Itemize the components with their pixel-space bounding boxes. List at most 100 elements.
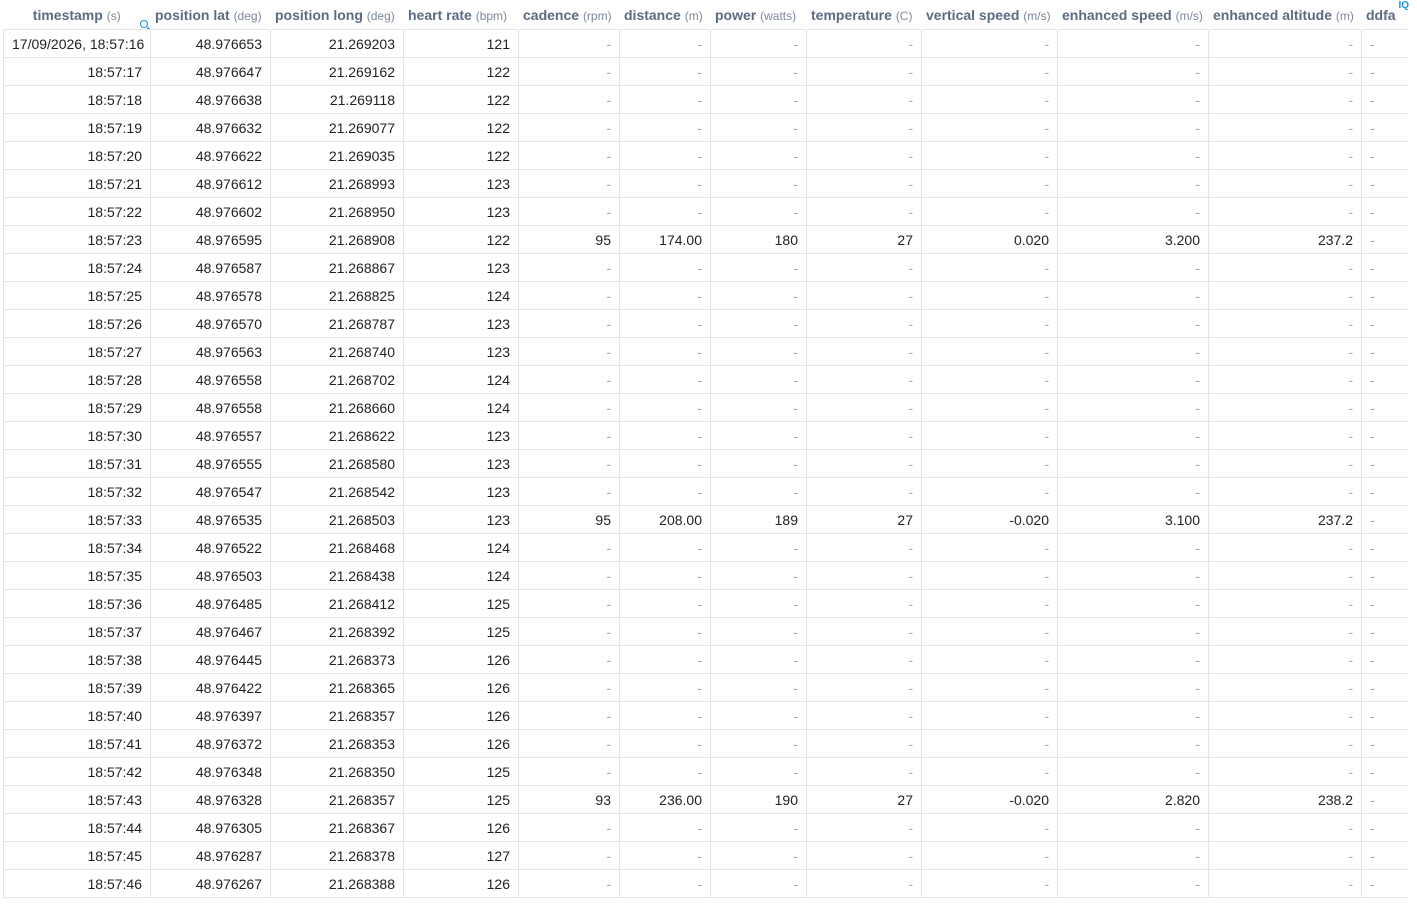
table-row[interactable]: 18:57:32 48.976547 21.268542 123- - - - - - - - (3, 477, 1409, 506)
table-row[interactable]: 18:57:34 48.976522 21.268468 124- - - - - - - - (3, 533, 1409, 562)
column-header-position-lat[interactable]: position lat (deg) (150, 0, 271, 30)
table-row[interactable]: 18:57:38 48.976445 21.268373 126- - - - - - - - (3, 645, 1409, 674)
cell-temperature: - (806, 561, 922, 590)
table-row[interactable]: 18:57:30 48.976557 21.268622 123- - - - - - - - (3, 421, 1409, 450)
cell-distance: - (619, 477, 711, 506)
column-header-ddfa[interactable]: ddfa IQ (1361, 0, 1409, 30)
column-header-power[interactable]: power (watts) (710, 0, 807, 30)
cell-cadence: - (518, 113, 620, 142)
cell-temperature: - (806, 253, 922, 282)
cell-position-lat: 48.976305 (150, 813, 271, 842)
table-row[interactable]: 18:57:39 48.976422 21.268365 126- - - - - - - - (3, 673, 1409, 702)
cell-distance: - (619, 365, 711, 394)
cell-enhanced-altitude: - (1208, 197, 1362, 226)
table-row[interactable]: 18:57:22 48.976602 21.268950 123- - - - - - - - (3, 197, 1409, 226)
cell-enhanced-speed: - (1057, 841, 1209, 870)
cell-ddfa: - (1361, 477, 1409, 506)
cell-position-long: 21.269035 (270, 141, 404, 170)
cell-position-lat: 48.976622 (150, 141, 271, 170)
iq-icon[interactable]: IQ (1398, 0, 1408, 11)
table-row[interactable]: 18:57:36 48.976485 21.268412 125- - - - - - - - (3, 589, 1409, 618)
cell-temperature: - (806, 645, 922, 674)
cell-ddfa: - (1361, 505, 1409, 534)
cell-timestamp: 18:57:17 (3, 57, 151, 86)
cell-enhanced-speed: - (1057, 57, 1209, 86)
column-header-vertical-speed[interactable]: vertical speed (m/s) (921, 0, 1058, 30)
cell-distance: 174.00 (619, 225, 711, 254)
column-header-position-long[interactable]: position long (deg) (270, 0, 404, 30)
cell-heart-rate: 125 (403, 589, 519, 618)
cell-cadence: - (518, 617, 620, 646)
cell-position-long: 21.268353 (270, 729, 404, 758)
table-row[interactable]: 18:57:20 48.976622 21.269035 122- - - - - - - - (3, 141, 1409, 170)
search-icon[interactable] (140, 20, 148, 28)
cell-distance: - (619, 869, 711, 898)
table-row[interactable]: 18:57:42 48.976348 21.268350 125- - - - - - - - (3, 757, 1409, 786)
cell-vertical-speed: - (921, 281, 1058, 310)
cell-ddfa: - (1361, 225, 1409, 254)
cell-enhanced-speed: 3.100 (1057, 505, 1209, 534)
column-header-heart-rate[interactable]: heart rate (bpm) (403, 0, 519, 30)
table-row[interactable]: 18:57:27 48.976563 21.268740 123- - - - - - - - (3, 337, 1409, 366)
cell-temperature: - (806, 141, 922, 170)
cell-vertical-speed: - (921, 421, 1058, 450)
cell-enhanced-altitude: - (1208, 561, 1362, 590)
cell-vertical-speed: - (921, 57, 1058, 86)
cell-ddfa: - (1361, 701, 1409, 730)
cell-power: - (710, 421, 807, 450)
cell-timestamp: 18:57:29 (3, 393, 151, 422)
cell-distance: - (619, 589, 711, 618)
cell-position-long: 21.268950 (270, 197, 404, 226)
table-row[interactable]: 18:57:17 48.976647 21.269162 122- - - - - - - - (3, 57, 1409, 86)
table-row[interactable]: 18:57:25 48.976578 21.268825 124- - - - - - - - (3, 281, 1409, 310)
cell-cadence: 95 (518, 225, 620, 254)
table-row[interactable]: 18:57:45 48.976287 21.268378 127- - - - - - - - (3, 841, 1409, 870)
table-row[interactable]: 18:57:18 48.976638 21.269118 122- - - - - - - - (3, 85, 1409, 114)
cell-cadence: - (518, 197, 620, 226)
column-header-enhanced-altitude[interactable]: enhanced altitude (m) (1208, 0, 1362, 30)
cell-enhanced-altitude: - (1208, 337, 1362, 366)
table-row[interactable]: 18:57:44 48.976305 21.268367 126- - - - - - - - (3, 813, 1409, 842)
cell-temperature: - (806, 477, 922, 506)
cell-position-lat: 48.976267 (150, 869, 271, 898)
table-row[interactable]: 18:57:41 48.976372 21.268353 126- - - - - - - - (3, 729, 1409, 758)
cell-position-long: 21.268503 (270, 505, 404, 534)
column-header-temperature[interactable]: temperature (C) (806, 0, 922, 30)
table-row[interactable]: 18:57:24 48.976587 21.268867 123- - - - - - - - (3, 253, 1409, 282)
table-row[interactable]: 18:57:29 48.976558 21.268660 124- - - - - - - - (3, 393, 1409, 422)
cell-position-long: 21.268580 (270, 449, 404, 478)
column-header-distance[interactable]: distance (m) (619, 0, 711, 30)
column-header-label: timestamp (32, 6, 103, 23)
cell-position-lat: 48.976638 (150, 85, 271, 114)
data-table-container[interactable]: timestamp (s) position lat (deg) position … (3, 0, 1409, 924)
table-row[interactable]: 18:57:43 48.976328 21.268357 125 93 236.00 190… (3, 785, 1409, 814)
table-row[interactable]: 17/09/2026, 18:57:16 48.976653 21.269203 12… (3, 29, 1409, 58)
table-row[interactable]: 18:57:21 48.976612 21.268993 123- - - - - - - - (3, 169, 1409, 198)
table-row[interactable]: 18:57:37 48.976467 21.268392 125- - - - - - - - (3, 617, 1409, 646)
cell-cadence: - (518, 393, 620, 422)
cell-temperature: - (806, 337, 922, 366)
column-header-enhanced-speed[interactable]: enhanced speed (m/s) (1057, 0, 1209, 30)
cell-position-lat: 48.976587 (150, 253, 271, 282)
cell-position-lat: 48.976578 (150, 281, 271, 310)
table-row[interactable]: 18:57:28 48.976558 21.268702 124- - - - - - - - (3, 365, 1409, 394)
table-row[interactable]: 18:57:46 48.976267 21.268388 126- - - - - - - - (3, 869, 1409, 898)
cell-enhanced-speed: - (1057, 449, 1209, 478)
column-header-cadence[interactable]: cadence (rpm) (518, 0, 620, 30)
cell-cadence: - (518, 589, 620, 618)
table-row[interactable]: 18:57:33 48.976535 21.268503 123 95 208.00 189… (3, 505, 1409, 534)
table-row[interactable]: 18:57:26 48.976570 21.268787 123- - - - - - - - (3, 309, 1409, 338)
cell-enhanced-speed: 2.820 (1057, 785, 1209, 814)
table-row[interactable]: 18:57:35 48.976503 21.268438 124- - - - - - - - (3, 561, 1409, 590)
table-row[interactable]: 18:57:40 48.976397 21.268357 126- - - - - - - - (3, 701, 1409, 730)
cell-enhanced-altitude: - (1208, 449, 1362, 478)
column-header-timestamp[interactable]: timestamp (s) (3, 0, 151, 30)
cell-heart-rate: 124 (403, 281, 519, 310)
cell-cadence: - (518, 141, 620, 170)
table-row[interactable]: 18:57:23 48.976595 21.268908 122 95 174.00 180… (3, 225, 1409, 254)
cell-distance: - (619, 729, 711, 758)
cell-timestamp: 18:57:44 (3, 813, 151, 842)
table-row[interactable]: 18:57:19 48.976632 21.269077 122- - - - - - - - (3, 113, 1409, 142)
cell-position-long: 21.268702 (270, 365, 404, 394)
table-row[interactable]: 18:57:31 48.976555 21.268580 123- - - - - - - - (3, 449, 1409, 478)
